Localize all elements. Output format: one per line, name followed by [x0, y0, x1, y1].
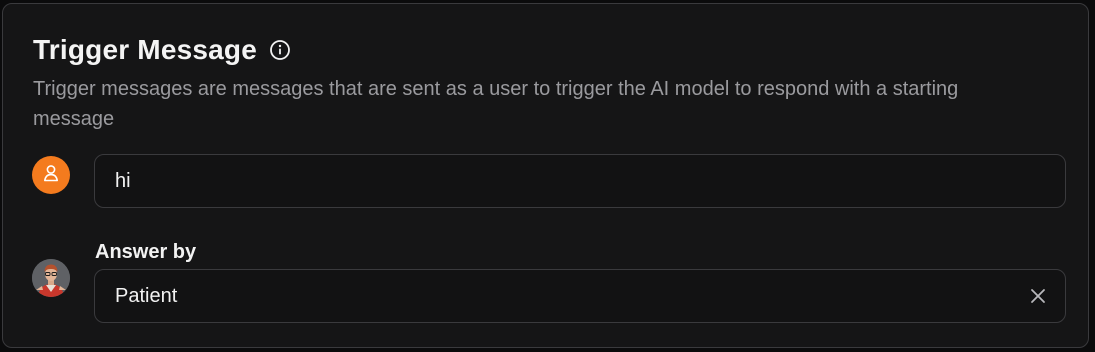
- persona-avatar: [32, 259, 70, 297]
- section-description: Trigger messages are messages that are s…: [33, 78, 959, 130]
- trigger-message-card: Trigger Message Trigger messages are mes…: [2, 3, 1089, 348]
- section-title: Trigger Message: [33, 34, 257, 65]
- answer-by-value: Patient: [115, 285, 178, 307]
- trigger-message-input[interactable]: hi: [94, 154, 1066, 208]
- answer-by-select[interactable]: Patient: [94, 269, 1066, 323]
- close-icon[interactable]: [1027, 285, 1049, 307]
- trigger-message-value: hi: [115, 170, 131, 192]
- info-circle-icon[interactable]: [269, 39, 291, 61]
- user-icon: [41, 163, 61, 188]
- user-avatar: [32, 156, 70, 194]
- title-row: Trigger Message: [33, 34, 291, 66]
- answer-by-label: Answer by: [95, 241, 197, 263]
